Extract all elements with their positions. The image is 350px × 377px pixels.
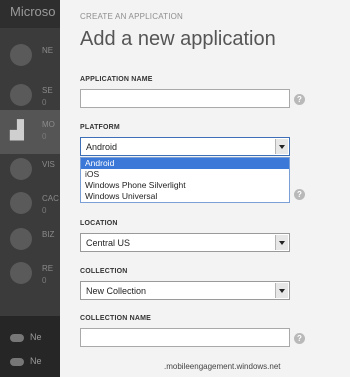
sidebar-item-label: MO	[42, 120, 55, 129]
sidebar-item-count: 0	[42, 206, 47, 215]
sidebar-item-label: NE	[42, 46, 54, 55]
collection-select[interactable]: New Collection	[80, 281, 290, 300]
sidebar-item-mobile-engagement-active[interactable]: MO 0	[0, 110, 60, 150]
new-button[interactable]: Ne	[10, 332, 42, 342]
domain-suffix: .mobileengagement.windows.net	[164, 362, 281, 371]
platform-select[interactable]: Android	[80, 137, 290, 156]
dialog-eyebrow: CREATE AN APPLICATION	[80, 12, 184, 21]
service-icon	[10, 84, 32, 106]
application-name-label: APPLICATION NAME	[80, 76, 153, 83]
platform-option-ios[interactable]: iOS	[81, 169, 289, 180]
portal-sidebar: Microso NE SE 0 SE MO 0 VIS CAC 0 BIZ RE	[0, 0, 60, 377]
platform-label: PLATFORM	[80, 124, 120, 131]
create-application-dialog: CREATE AN APPLICATION Add a new applicat…	[60, 0, 350, 377]
cloud-icon	[10, 333, 24, 342]
portal-title: Microso	[10, 4, 56, 19]
new-label: Ne	[30, 356, 42, 366]
platform-dropdown-list: Android iOS Windows Phone Silverlight Wi…	[80, 157, 290, 203]
platform-option-windows-phone-silverlight[interactable]: Windows Phone Silverlight	[81, 180, 289, 191]
collection-name-label: COLLECTION NAME	[80, 315, 152, 322]
sidebar-item[interactable]: NE	[0, 36, 60, 76]
new-button-secondary[interactable]: Ne	[10, 356, 42, 366]
sidebar-item-count: 0	[42, 132, 47, 141]
biztalk-icon	[10, 228, 32, 250]
sidebar-new-section: Ne Ne	[0, 316, 60, 377]
mobile-engagement-icon	[10, 120, 32, 142]
platform-option-android[interactable]: Android	[81, 158, 289, 169]
chevron-down-icon[interactable]	[275, 283, 288, 298]
sidebar-item-count: 0	[42, 98, 47, 107]
collection-label: COLLECTION	[80, 268, 128, 275]
sidebar-item-label: VIS	[42, 160, 55, 169]
chevron-down-icon[interactable]	[275, 235, 288, 250]
sidebar-item-count: 0	[42, 276, 47, 285]
cloud-icon	[10, 357, 24, 366]
collection-name-input[interactable]	[80, 328, 290, 347]
sidebar-item-label: BIZ	[42, 230, 55, 239]
location-select[interactable]: Central US	[80, 233, 290, 252]
location-label: LOCATION	[80, 220, 118, 227]
chevron-down-icon[interactable]	[275, 139, 288, 154]
dialog-title: Add a new application	[80, 28, 276, 50]
cache-icon	[10, 192, 32, 214]
sidebar-item[interactable]: RE 0	[0, 254, 60, 294]
portal-header: Microso	[0, 0, 60, 28]
help-icon[interactable]: ?	[294, 333, 305, 344]
sidebar-item[interactable]: CAC 0	[0, 184, 60, 224]
recovery-icon	[10, 262, 32, 284]
application-name-input[interactable]	[80, 89, 290, 108]
service-icon	[10, 44, 32, 66]
help-icon[interactable]: ?	[294, 94, 305, 105]
platform-selected-value: Android	[86, 142, 118, 152]
platform-option-windows-universal[interactable]: Windows Universal	[81, 191, 289, 202]
visual-studio-icon	[10, 158, 32, 180]
help-icon[interactable]: ?	[294, 189, 305, 200]
sidebar-item-label: SE	[42, 86, 53, 95]
sidebar-item-label: CAC	[42, 194, 59, 203]
collection-selected-value: New Collection	[86, 286, 147, 296]
location-selected-value: Central US	[86, 238, 131, 248]
new-label: Ne	[30, 332, 42, 342]
sidebar-item-label: RE	[42, 264, 54, 273]
